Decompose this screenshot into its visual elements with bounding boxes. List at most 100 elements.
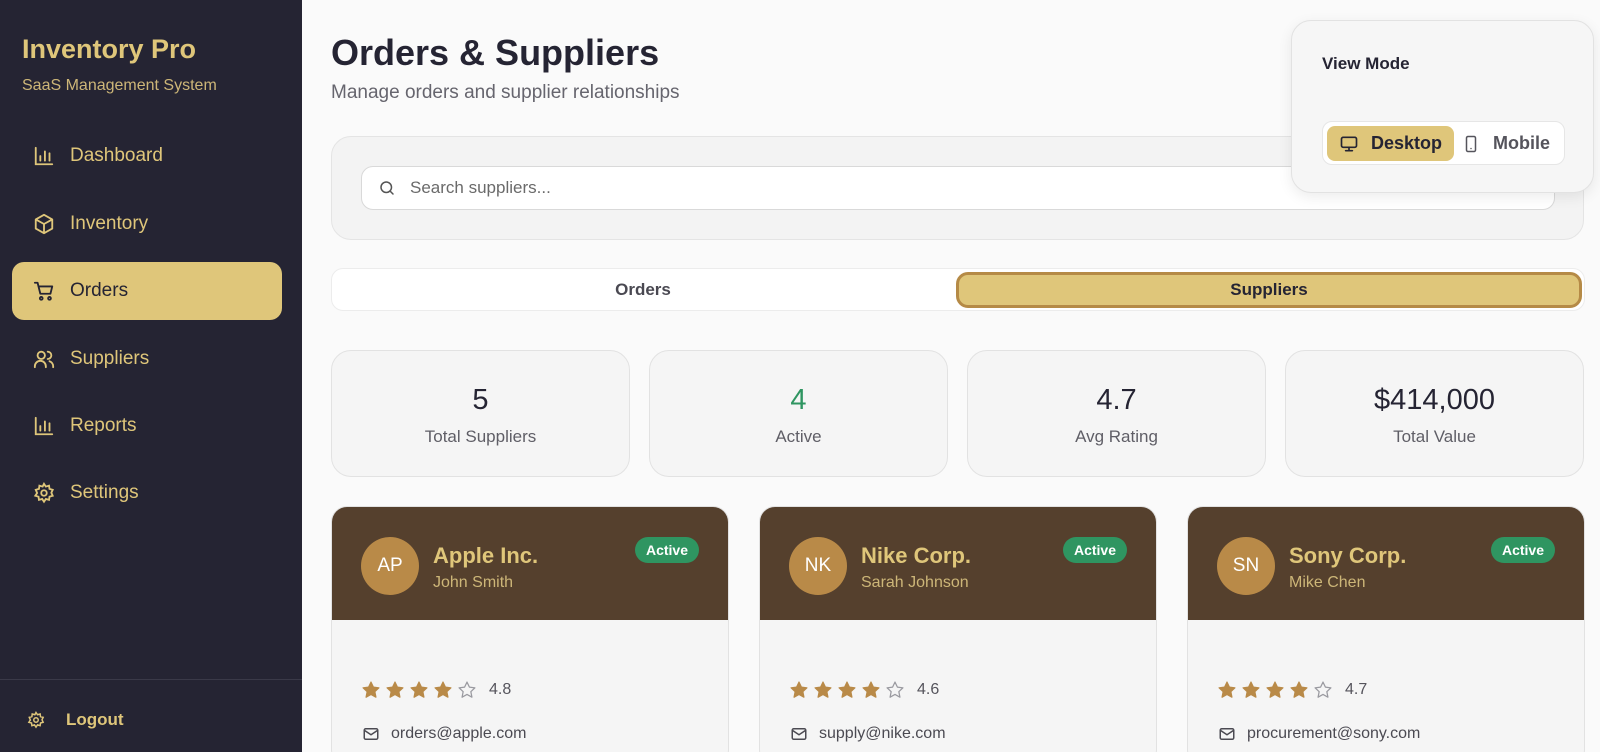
status-badge: Active [1490,537,1555,563]
mobile-view-button[interactable]: Mobile [1449,126,1562,161]
star-filled-icon [837,680,857,700]
sidebar-item-reports[interactable]: Reports [12,397,282,455]
app-subtitle: SaaS Management System [22,77,217,94]
star-filled-icon [861,680,881,700]
rating-row: 4.8 [361,680,511,700]
mail-icon [361,724,381,744]
supplier-card-nike[interactable]: NK Nike Corp. Sarah Johnson Active 4.6 s… [759,506,1157,752]
stat-label: Avg Rating [1075,427,1158,446]
gear-icon [26,710,46,730]
page-subtitle: Manage orders and supplier relationships [331,82,680,103]
sidebar-item-label: Reports [70,415,137,436]
supplier-email: orders@apple.com [391,725,527,742]
email-row: supply@nike.com [789,724,946,744]
supplier-card-header: NK Nike Corp. Sarah Johnson Active [760,507,1156,620]
cart-icon [32,279,56,303]
rating-value: 4.8 [489,681,512,698]
star-filled-icon [1265,680,1285,700]
star-filled-icon [385,680,405,700]
star-filled-icon [789,680,809,700]
stat-label: Active [775,427,822,446]
supplier-card-apple[interactable]: AP Apple Inc. John Smith Active 4.8 orde… [331,506,729,752]
stat-card-total-value: $414,000 Total Value [1285,350,1584,477]
stat-label: Total Value [1393,427,1476,446]
gear-icon [32,481,56,505]
bar-chart-icon [32,144,56,168]
stat-card-active: 4 Active [649,350,948,477]
mail-icon [789,724,809,744]
star-empty-icon [1313,680,1333,700]
logout-label: Logout [66,710,124,729]
supplier-card-sony[interactable]: SN Sony Corp. Mike Chen Active 4.7 procu… [1187,506,1585,752]
desktop-label: Desktop [1371,133,1443,153]
view-mode-title: View Mode [1322,54,1410,73]
sidebar-item-label: Settings [70,482,139,503]
sidebar-item-label: Dashboard [70,145,163,166]
rating-value: 4.6 [917,681,940,698]
supplier-contact: John Smith [433,574,514,591]
sidebar-item-inventory[interactable]: Inventory [12,195,282,253]
view-mode-toggle: Desktop Mobile [1322,121,1565,165]
avatar: SN [1217,537,1275,595]
supplier-email: supply@nike.com [819,725,946,742]
status-badge: Active [1062,537,1127,563]
search-icon [376,177,398,199]
rating-value: 4.7 [1345,681,1368,698]
avatar: AP [361,537,419,595]
sidebar-item-orders[interactable]: Orders [12,262,282,320]
stat-value: 4 [790,384,807,416]
monitor-icon [1339,134,1359,154]
star-empty-icon [885,680,905,700]
star-filled-icon [813,680,833,700]
users-icon [32,347,56,371]
bar-chart-icon [32,414,56,438]
supplier-card-header: SN Sony Corp. Mike Chen Active [1188,507,1584,620]
supplier-contact: Sarah Johnson [861,574,969,591]
sidebar: Inventory Pro SaaS Management System Das… [0,0,302,752]
supplier-name: Apple Inc. [433,543,539,568]
stat-value: 4.7 [1096,384,1137,416]
rating-row: 4.6 [789,680,939,700]
supplier-contact: Mike Chen [1289,574,1366,591]
tab-bar: Orders Suppliers [331,268,1585,311]
supplier-email: procurement@sony.com [1247,725,1421,742]
star-filled-icon [409,680,429,700]
star-filled-icon [433,680,453,700]
sidebar-item-settings[interactable]: Settings [12,464,282,522]
mail-icon [1217,724,1237,744]
star-filled-icon [361,680,381,700]
tab-suppliers[interactable]: Suppliers [956,272,1582,308]
stat-card-avg-rating: 4.7 Avg Rating [967,350,1266,477]
stat-value: $414,000 [1374,384,1495,416]
email-row: procurement@sony.com [1217,724,1420,744]
mobile-label: Mobile [1493,133,1550,153]
sidebar-item-dashboard[interactable]: Dashboard [12,127,282,185]
sidebar-item-label: Orders [70,280,129,301]
stat-label: Total Suppliers [424,427,537,446]
supplier-name: Nike Corp. [861,543,972,568]
smartphone-icon [1461,134,1481,154]
avatar: NK [789,537,847,595]
supplier-card-header: AP Apple Inc. John Smith Active [332,507,728,620]
sidebar-item-suppliers[interactable]: Suppliers [12,330,282,388]
logout-button[interactable]: Logout [26,710,124,730]
stat-value: 5 [472,384,489,416]
rating-row: 4.7 [1217,680,1367,700]
app-title: Inventory Pro [22,34,197,64]
star-empty-icon [457,680,477,700]
sidebar-item-label: Inventory [70,213,149,234]
star-filled-icon [1289,680,1309,700]
star-filled-icon [1217,680,1237,700]
status-badge: Active [634,537,699,563]
supplier-name: Sony Corp. [1289,543,1407,568]
tab-orders[interactable]: Orders [332,269,954,310]
sidebar-item-label: Suppliers [70,348,150,369]
box-icon [32,212,56,236]
page-title: Orders & Suppliers [331,32,660,73]
desktop-view-button[interactable]: Desktop [1327,126,1455,161]
sidebar-divider [0,679,302,680]
star-filled-icon [1241,680,1261,700]
view-mode-panel: View Mode Desktop Mobile [1291,20,1594,193]
email-row: orders@apple.com [361,724,526,744]
stat-card-total-suppliers: 5 Total Suppliers [331,350,630,477]
